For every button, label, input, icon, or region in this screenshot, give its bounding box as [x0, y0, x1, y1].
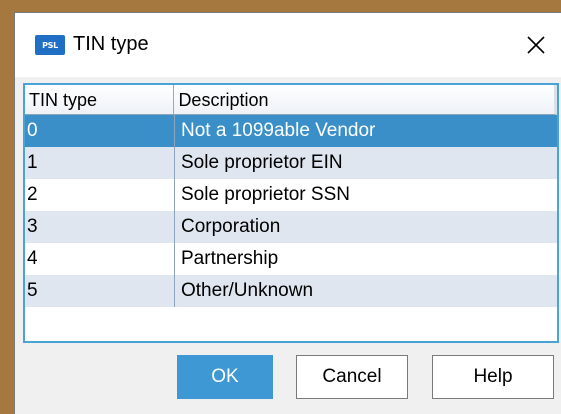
tin-code-cell: 2	[25, 179, 175, 211]
description-cell: Sole proprietor EIN	[181, 152, 343, 173]
table-row[interactable]: 3 Corporation	[25, 211, 557, 243]
table-header: TIN type Description	[25, 85, 557, 115]
app-logo-icon: PSL	[35, 35, 65, 55]
description-cell: Not a 1099able Vendor	[181, 120, 376, 141]
tin-code-cell: 5	[25, 275, 175, 307]
tin-code-cell: 1	[25, 147, 175, 179]
close-button[interactable]	[521, 31, 551, 59]
title-bar[interactable]: PSL TIN type	[15, 13, 561, 77]
tin-type-table[interactable]: TIN type Description 0 Not a 1099able Ve…	[23, 83, 559, 343]
description-cell: Corporation	[181, 216, 281, 237]
description-cell: Partnership	[181, 248, 279, 269]
tin-code-cell: 4	[25, 243, 175, 275]
description-cell: Sole proprietor SSN	[181, 184, 350, 205]
column-header-tin-type[interactable]: TIN type	[25, 85, 175, 115]
table-row[interactable]: 4 Partnership	[25, 243, 557, 275]
column-header-description[interactable]: Description	[174, 85, 557, 115]
table-row[interactable]: 1 Sole proprietor EIN	[25, 147, 557, 179]
help-button[interactable]: Help	[432, 355, 554, 399]
ok-button[interactable]: OK	[177, 355, 273, 399]
close-icon	[527, 36, 545, 54]
description-cell: Other/Unknown	[181, 280, 314, 301]
table-row[interactable]: 2 Sole proprietor SSN	[25, 179, 557, 211]
tin-code-cell: 0	[25, 115, 175, 147]
table-row[interactable]: 0 Not a 1099able Vendor	[25, 115, 557, 147]
table-row[interactable]: 5 Other/Unknown	[25, 275, 557, 307]
cancel-button[interactable]: Cancel	[296, 355, 408, 399]
dialog-title: TIN type	[73, 33, 149, 55]
tin-type-dialog: PSL TIN type TIN type Description 0 Not …	[14, 12, 561, 414]
tin-code-cell: 3	[25, 211, 175, 243]
